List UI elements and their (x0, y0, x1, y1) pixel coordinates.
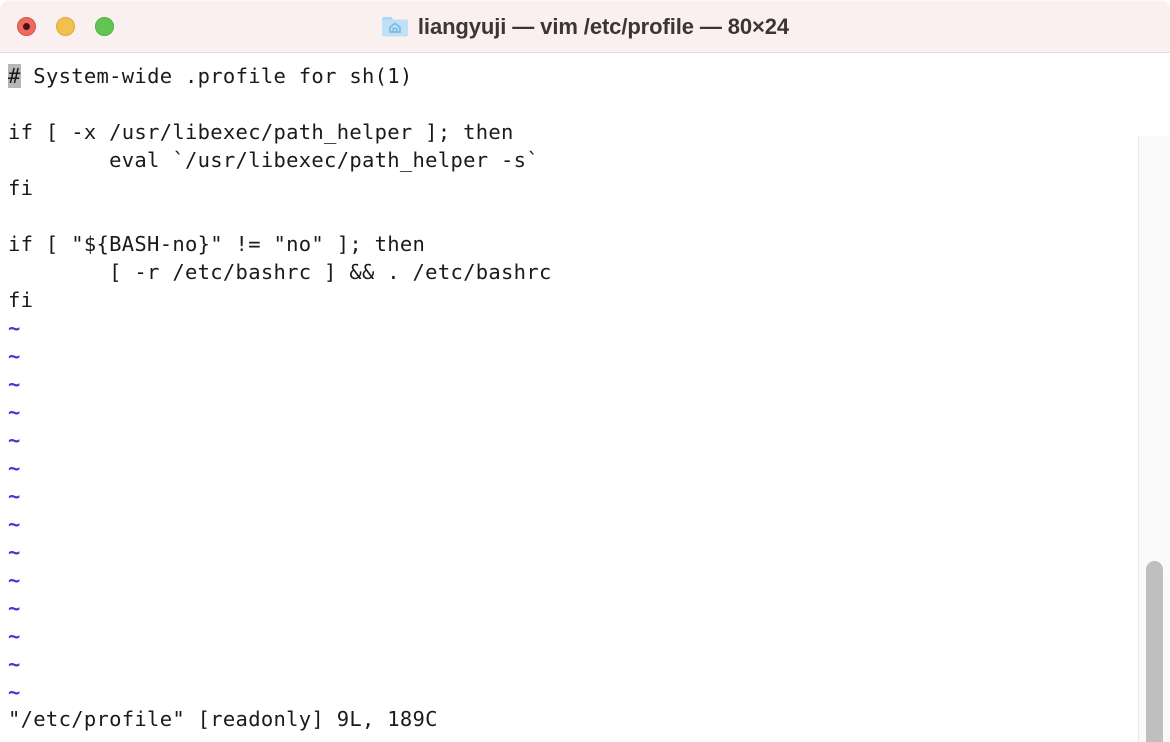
terminal-window: liangyuji — vim /etc/profile — 80×24 # S… (0, 0, 1170, 742)
maximize-button[interactable] (95, 17, 114, 36)
empty-line-marker: ~ (8, 540, 21, 564)
buffer-line: eval `/usr/libexec/path_helper -s` (8, 148, 539, 172)
empty-line-marker: ~ (8, 680, 21, 704)
buffer-line: fi (8, 176, 34, 200)
window-titlebar: liangyuji — vim /etc/profile — 80×24 (0, 0, 1170, 53)
buffer-line: [ -r /etc/bashrc ] && . /etc/bashrc (8, 260, 552, 284)
window-controls (17, 17, 114, 36)
window-title: liangyuji — vim /etc/profile — 80×24 (417, 13, 790, 39)
vim-status-line: "/etc/profile" [readonly] 9L, 189C (8, 707, 438, 731)
empty-line-marker: ~ (8, 624, 21, 648)
terminal-content[interactable]: # System-wide .profile for sh(1) if [ -x… (0, 53, 1170, 742)
minimize-button[interactable] (56, 17, 75, 36)
empty-line-marker: ~ (8, 316, 21, 340)
titlebar-highlight (0, 0, 1170, 2)
buffer-line: if [ -x /usr/libexec/path_helper ]; then (8, 120, 514, 144)
empty-line-marker: ~ (8, 484, 21, 508)
buffer-line: if [ "${BASH-no}" != "no" ]; then (8, 232, 426, 256)
empty-line-marker: ~ (8, 344, 21, 368)
close-button[interactable] (17, 17, 36, 36)
empty-line-marker: ~ (8, 400, 21, 424)
window-title-group: liangyuji — vim /etc/profile — 80×24 (0, 0, 1170, 53)
home-folder-icon (381, 15, 409, 39)
buffer-line (8, 90, 1138, 118)
empty-line-marker: ~ (8, 568, 21, 592)
empty-line-marker: ~ (8, 428, 21, 452)
empty-line-marker: ~ (8, 456, 21, 480)
empty-line-marker: ~ (8, 372, 21, 396)
empty-line-marker: ~ (8, 596, 21, 620)
vim-block-cursor[interactable]: # (8, 64, 21, 88)
buffer-line: # System-wide .profile for sh(1) (8, 62, 1138, 90)
empty-line-marker: ~ (8, 652, 21, 676)
scrollbar-thumb[interactable] (1146, 561, 1163, 742)
buffer-line-text: System-wide .profile for sh(1) (20, 64, 413, 88)
empty-line-marker: ~ (8, 512, 21, 536)
buffer-line: fi (8, 288, 34, 312)
vim-buffer[interactable]: # System-wide .profile for sh(1) if [ -x… (8, 62, 1138, 706)
vertical-scrollbar[interactable] (1138, 136, 1170, 742)
buffer-line (8, 202, 1138, 230)
